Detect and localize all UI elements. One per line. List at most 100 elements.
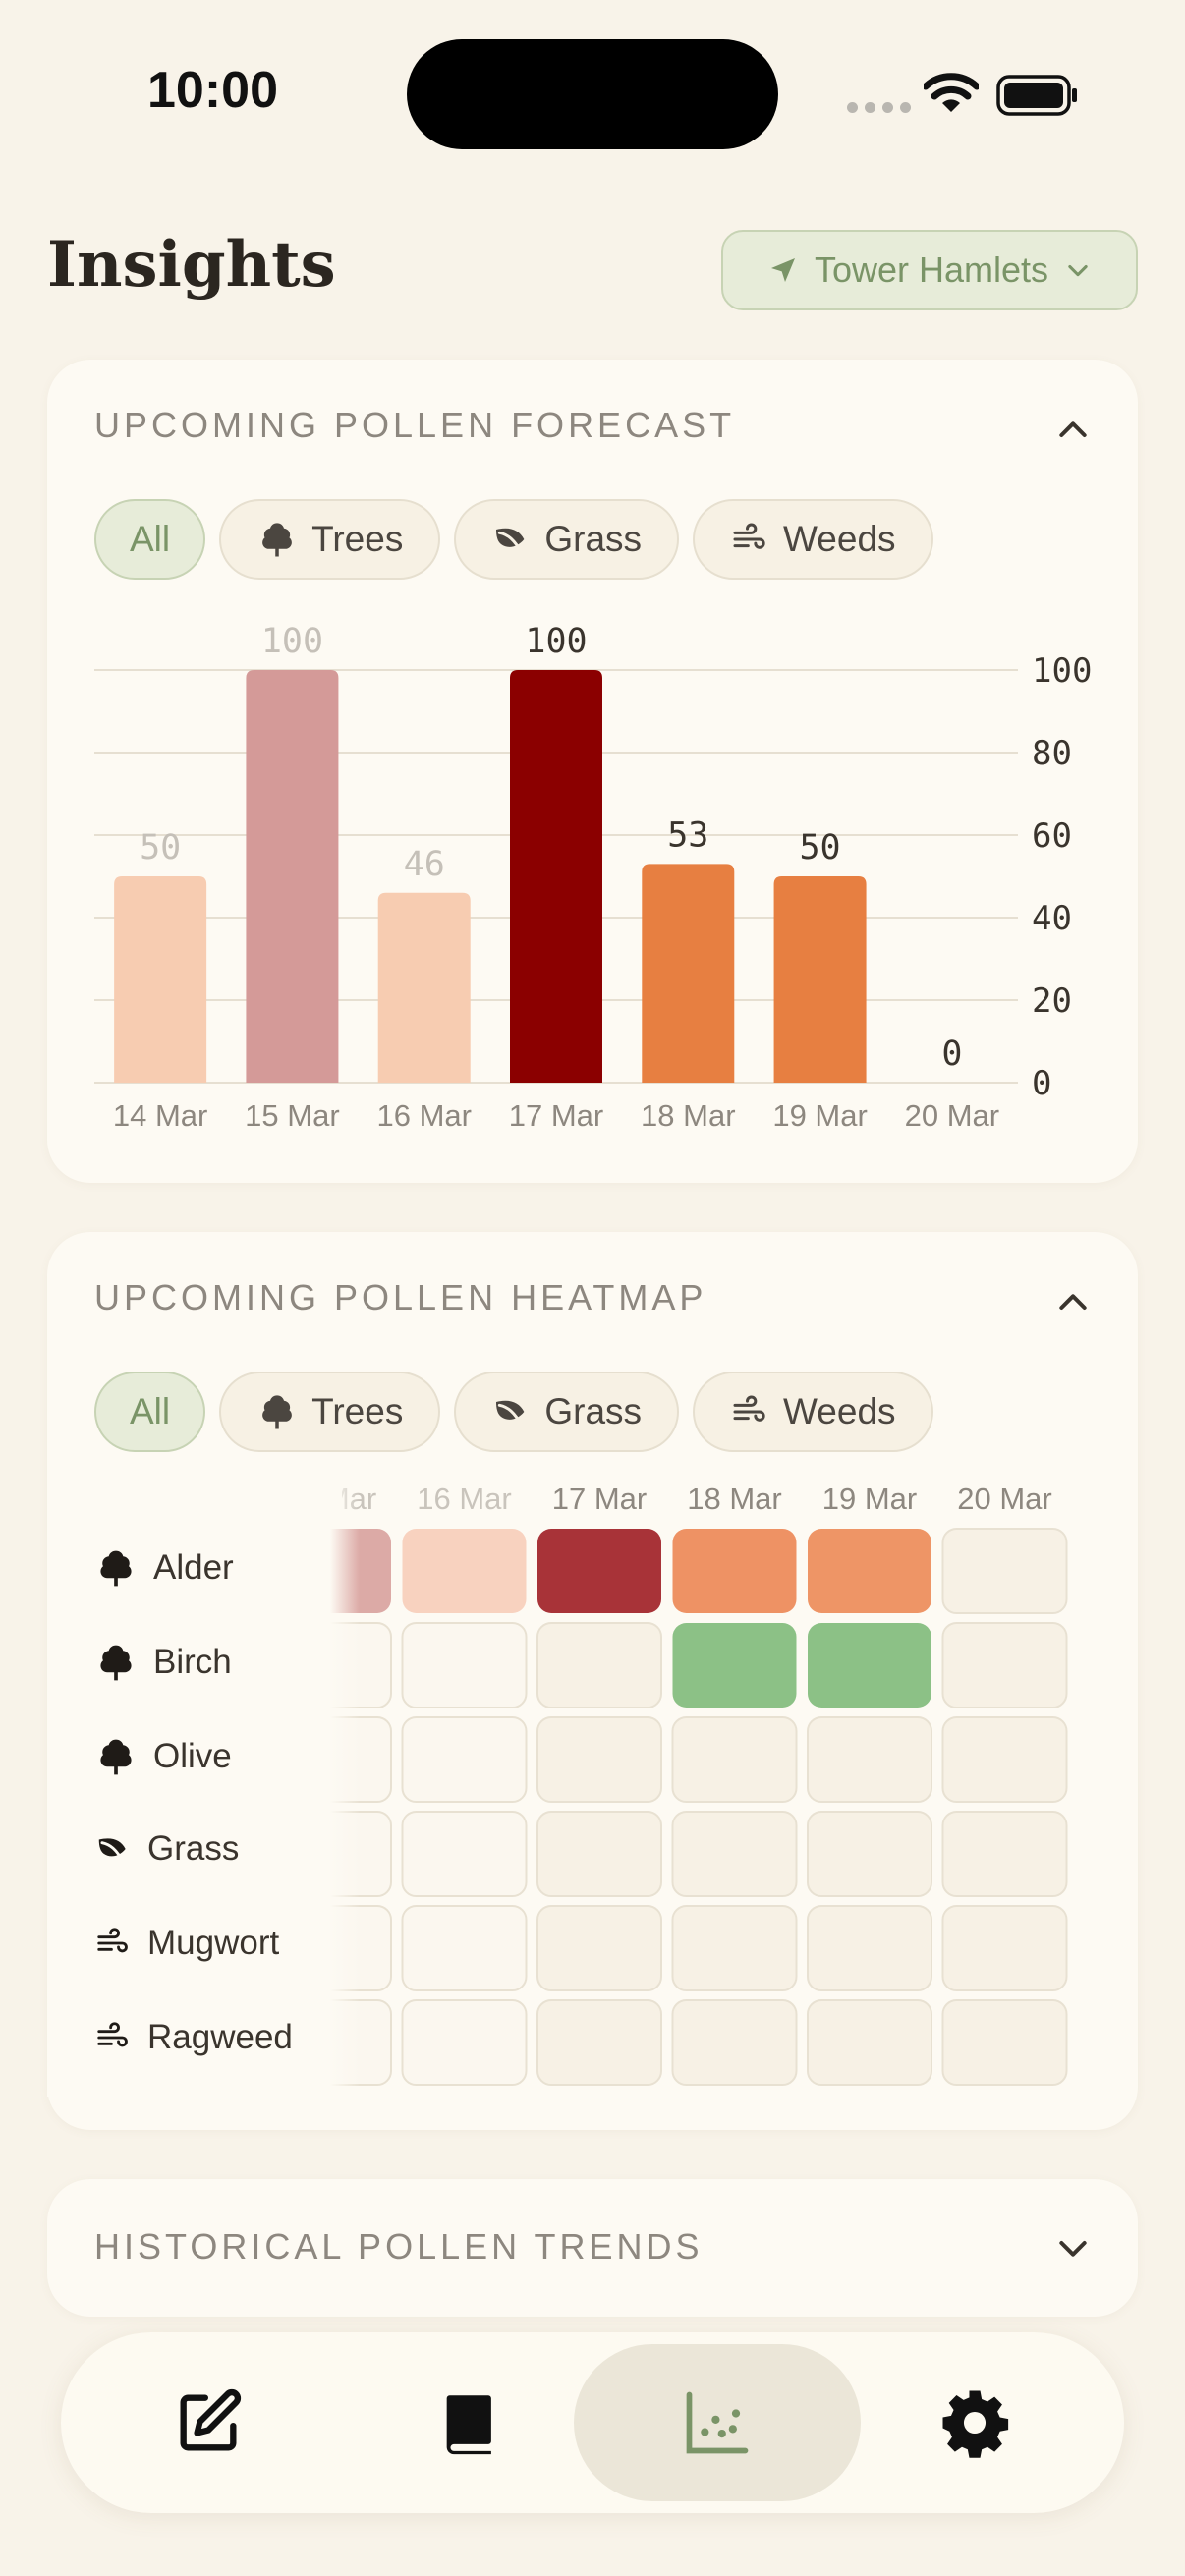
heatmap-cell[interactable] (941, 1622, 1068, 1708)
heatmap-row-label-alder: Alder (94, 1546, 234, 1590)
wind-icon (97, 2022, 128, 2047)
bottom-tab-bar (61, 2332, 1124, 2513)
row-label: Olive (153, 1737, 232, 1775)
bar[interactable] (642, 864, 735, 1083)
history-card-title: HISTORICAL POLLEN TRENDS (94, 2226, 704, 2267)
heatmap-row-label-grass: Grass (94, 1829, 239, 1869)
heatmap-cell[interactable] (941, 1811, 1068, 1897)
history-card[interactable]: HISTORICAL POLLEN TRENDS (47, 2179, 1138, 2317)
tree-icon (100, 1550, 132, 1587)
location-label: Tower Hamlets (814, 250, 1049, 290)
pollen-forecast-chart: 0 20 40 60 80 100 50 14 Mar 100 15 Mar 46 16 Mar 100… (94, 622, 1092, 1133)
tab-settings[interactable] (831, 2344, 1118, 2501)
row-label: Grass (147, 1829, 240, 1868)
tree-icon (100, 1739, 132, 1775)
heatmap-row-label-ragweed: Ragweed (94, 2018, 293, 2057)
tree-icon (100, 1645, 132, 1681)
data-label: 50 (799, 828, 840, 868)
heatmap-column-label: 16 Mar (417, 1482, 511, 1516)
row-label: Alder (153, 1548, 234, 1587)
y-tick-label: 100 (1032, 651, 1092, 691)
scatter-chart-icon (686, 2391, 749, 2454)
heatmap-cell[interactable] (401, 1905, 528, 1991)
y-tick-label: 20 (1032, 981, 1072, 1021)
bar[interactable] (773, 876, 867, 1083)
page-title: Insights (47, 228, 336, 302)
bar[interactable] (246, 670, 339, 1083)
tab-insights[interactable] (574, 2344, 861, 2501)
heatmap-column-label: 18 Mar (687, 1482, 781, 1516)
heatmap-row-label-olive: Olive (94, 1735, 232, 1778)
heatmap-cell[interactable] (536, 1905, 662, 1991)
chevron-down-icon (1068, 264, 1088, 277)
tab-log[interactable] (65, 2344, 352, 2501)
row-label: Birch (153, 1643, 232, 1681)
heatmap-cell[interactable] (941, 1999, 1068, 2086)
heatmap-cell[interactable] (536, 1716, 662, 1803)
heatmap-cell[interactable] (807, 1811, 932, 1897)
bar[interactable] (114, 876, 207, 1083)
heatmap-column-label: 20 Mar (957, 1482, 1051, 1516)
data-label: 100 (261, 622, 323, 661)
heatmap-cell[interactable] (941, 1905, 1068, 1991)
bar[interactable] (377, 892, 471, 1083)
data-label: 53 (667, 815, 708, 855)
x-tick-label: 19 Mar (772, 1098, 867, 1133)
dynamic-island (407, 39, 778, 149)
heatmap-cell[interactable] (401, 1999, 528, 2086)
gear-icon (942, 2390, 1009, 2458)
heatmap-cell[interactable] (671, 1811, 798, 1897)
heatmap-cell[interactable] (671, 1999, 798, 2086)
heatmap-cell[interactable] (807, 1905, 932, 1991)
heatmap-cell[interactable] (672, 1623, 797, 1708)
tab-journal[interactable] (326, 2344, 613, 2501)
heatmap-cell[interactable] (941, 1528, 1068, 1614)
x-tick-label: 17 Mar (509, 1098, 603, 1133)
heatmap-cell[interactable] (536, 1622, 662, 1708)
edit-icon (180, 2389, 242, 2451)
heatmap-cell[interactable] (672, 1529, 797, 1613)
location-selector-button[interactable]: Tower Hamlets (721, 230, 1138, 310)
heatmap-row-label-birch: Birch (94, 1641, 232, 1684)
heatmap-cell[interactable] (402, 1529, 527, 1613)
chevron-down-icon[interactable] (1053, 2228, 1093, 2268)
y-tick-label: 40 (1032, 899, 1072, 938)
row-label: Mugwort (147, 1924, 280, 1962)
heatmap-cell[interactable] (671, 1905, 798, 1991)
heatmap-cell[interactable] (671, 1716, 798, 1803)
x-tick-label: 15 Mar (245, 1098, 339, 1133)
heatmap-cell[interactable] (808, 1529, 931, 1613)
heatmap-cell[interactable] (808, 1623, 931, 1708)
heatmap-cell[interactable] (536, 1999, 662, 2086)
book-icon (446, 2395, 491, 2455)
heatmap-header-mask (47, 1468, 342, 1519)
forecast-card: UPCOMING POLLEN FORECAST All Trees Grass… (47, 360, 1138, 1183)
heatmap-label-column-bg (47, 1517, 330, 2097)
x-tick-label: 14 Mar (113, 1098, 207, 1133)
bar[interactable] (510, 670, 602, 1083)
heatmap-cell[interactable] (401, 1811, 528, 1897)
heatmap-card: UPCOMING POLLEN HEATMAP All Trees Grass … (47, 1232, 1138, 2130)
y-tick-label: 0 (1032, 1064, 1051, 1103)
battery-icon (996, 75, 1077, 116)
heatmap-cell[interactable] (941, 1716, 1068, 1803)
data-label: 100 (525, 622, 587, 661)
heatmap-cell[interactable] (537, 1529, 661, 1613)
row-label: Ragweed (147, 2018, 293, 2056)
status-bar: 10:00 (0, 0, 1185, 187)
heatmap-cell[interactable] (807, 1999, 932, 2086)
data-label: 50 (140, 828, 181, 868)
y-tick-label: 60 (1032, 816, 1072, 856)
x-tick-label: 20 Mar (905, 1098, 999, 1133)
wifi-icon (924, 73, 979, 112)
data-label: 46 (404, 845, 445, 884)
heatmap-cell[interactable] (807, 1716, 932, 1803)
heatmap-cell[interactable] (401, 1716, 528, 1803)
x-tick-label: 16 Mar (376, 1098, 471, 1133)
heatmap-cell[interactable] (401, 1622, 528, 1708)
heatmap-column-label: 17 Mar (552, 1482, 647, 1516)
heatmap-cell[interactable] (536, 1811, 662, 1897)
status-time: 10:00 (147, 62, 278, 119)
heatmap-row-label-mugwort: Mugwort (94, 1924, 279, 1963)
heatmap-scroll-fade (330, 1468, 360, 2097)
